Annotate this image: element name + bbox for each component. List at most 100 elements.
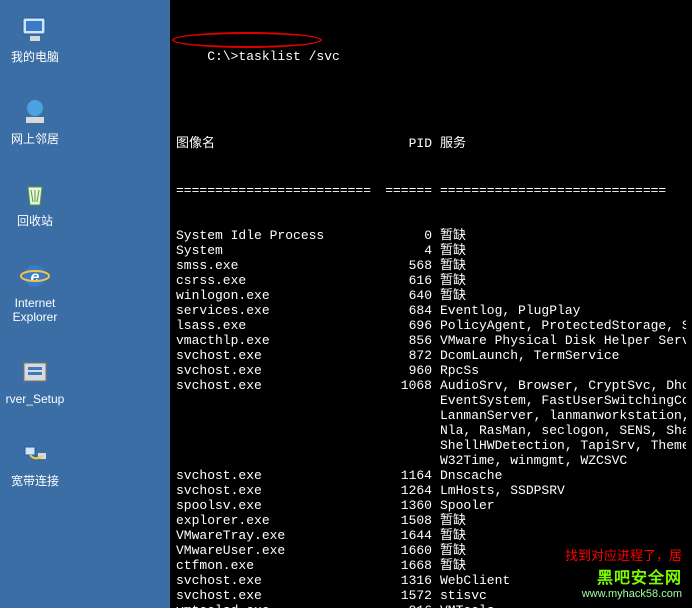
table-header: 图像名 PID 服务 (176, 136, 686, 151)
table-row: svchost.exe872DcomLaunch, TermService (176, 348, 686, 363)
desktop-icon-internet-explorer[interactable]: eInternet Explorer (0, 258, 70, 324)
desktop-icon-label: rver_Setup (0, 392, 70, 406)
cell-image (176, 438, 376, 453)
col-image: 图像名 (176, 136, 376, 151)
cell-image: vmacthlp.exe (176, 333, 376, 348)
cell-image: csrss.exe (176, 273, 376, 288)
cell-image: System (176, 243, 376, 258)
table-row: ShellHWDetection, TapiSrv, Theme (176, 438, 686, 453)
cell-image: svchost.exe (176, 378, 376, 393)
table-row: EventSystem, FastUserSwitchingCo (176, 393, 686, 408)
cell-image: spoolsv.exe (176, 498, 376, 513)
table-separator: ========================= ====== =======… (176, 183, 686, 198)
cell-image: vmtoolsd.exe (176, 603, 376, 608)
desktop-icon-label: 宽带连接 (0, 474, 70, 488)
cell-image: svchost.exe (176, 363, 376, 378)
table-row: svchost.exe960RpcSs (176, 363, 686, 378)
col-pid: PID (376, 136, 432, 151)
recycle-bin-icon (17, 176, 53, 212)
network-places-icon (17, 94, 53, 130)
annotation-circle (172, 32, 322, 48)
cell-service: 暂缺 (432, 543, 686, 558)
cell-image (176, 423, 376, 438)
cell-pid: 0 (376, 228, 432, 243)
cell-service: WebClient (432, 573, 686, 588)
cell-pid (376, 423, 432, 438)
cell-image: services.exe (176, 303, 376, 318)
table-body: System Idle Process0暂缺System4暂缺smss.exe5… (176, 228, 686, 608)
cell-image: VMwareTray.exe (176, 528, 376, 543)
table-row: winlogon.exe640暂缺 (176, 288, 686, 303)
table-row: svchost.exe1264LmHosts, SSDPSRV (176, 483, 686, 498)
table-row: svchost.exe1164Dnscache (176, 468, 686, 483)
table-row: Nla, RasMan, seclogon, SENS, Sha (176, 423, 686, 438)
desktop-icon-label: 网上邻居 (0, 132, 70, 146)
command-prompt-window[interactable]: C:\>tasklist /svc 图像名 PID 服务 ===========… (170, 0, 692, 608)
desktop-icon-recycle-bin[interactable]: 回收站 (0, 176, 70, 228)
cell-image: svchost.exe (176, 573, 376, 588)
desktop-icon-label: 我的电脑 (0, 50, 70, 64)
cell-pid: 1668 (376, 558, 432, 573)
table-row: VMwareUser.exe1660暂缺 (176, 543, 686, 558)
table-row: lsass.exe696PolicyAgent, ProtectedStorag… (176, 318, 686, 333)
cell-image: svchost.exe (176, 348, 376, 363)
cell-pid: 960 (376, 363, 432, 378)
cell-service: Eventlog, PlugPlay (432, 303, 686, 318)
cell-service: 暂缺 (432, 513, 686, 528)
cell-image: VMwareUser.exe (176, 543, 376, 558)
cell-service: AudioSrv, Browser, CryptSvc, Dhc (432, 378, 686, 393)
table-row: spoolsv.exe1360Spooler (176, 498, 686, 513)
cell-pid: 1644 (376, 528, 432, 543)
cell-service: EventSystem, FastUserSwitchingCo (432, 393, 686, 408)
cell-service: VMTools (432, 603, 686, 608)
cell-pid: 1316 (376, 573, 432, 588)
cell-service: 暂缺 (432, 258, 686, 273)
cell-pid: 4 (376, 243, 432, 258)
cell-pid (376, 438, 432, 453)
cell-pid (376, 408, 432, 423)
table-row: services.exe684Eventlog, PlugPlay (176, 303, 686, 318)
table-row: svchost.exe1316WebClient (176, 573, 686, 588)
cell-pid: 1264 (376, 483, 432, 498)
cell-pid: 696 (376, 318, 432, 333)
command-text: C:\>tasklist /svc (207, 49, 340, 64)
command-line: C:\>tasklist /svc (176, 34, 686, 94)
desktop-icon-broadband[interactable]: 宽带连接 (0, 436, 70, 488)
cell-service: VMware Physical Disk Helper Serv (432, 333, 686, 348)
cell-service: 暂缺 (432, 528, 686, 543)
cell-service: LmHosts, SSDPSRV (432, 483, 686, 498)
cell-service: W32Time, winmgmt, WZCSVC (432, 453, 686, 468)
cell-service: 暂缺 (432, 273, 686, 288)
cell-image: explorer.exe (176, 513, 376, 528)
cell-pid: 640 (376, 288, 432, 303)
cell-image: svchost.exe (176, 468, 376, 483)
table-row: System4暂缺 (176, 243, 686, 258)
table-row: VMwareTray.exe1644暂缺 (176, 528, 686, 543)
internet-explorer-icon: e (17, 258, 53, 294)
cell-service: 暂缺 (432, 558, 686, 573)
table-row: vmtoolsd.exe916VMTools (176, 603, 686, 608)
cell-service: ShellHWDetection, TapiSrv, Theme (432, 438, 686, 453)
cell-pid: 684 (376, 303, 432, 318)
desktop-icon-label: Internet Explorer (0, 296, 70, 324)
cell-image (176, 393, 376, 408)
cell-pid: 1360 (376, 498, 432, 513)
cell-image: System Idle Process (176, 228, 376, 243)
cell-image (176, 408, 376, 423)
table-row: csrss.exe616暂缺 (176, 273, 686, 288)
cell-pid: 616 (376, 273, 432, 288)
desktop-icon-rver-setup[interactable]: rver_Setup (0, 354, 70, 406)
table-row: svchost.exe1572stisvc (176, 588, 686, 603)
cell-image: svchost.exe (176, 483, 376, 498)
table-row: explorer.exe1508暂缺 (176, 513, 686, 528)
my-computer-icon (17, 12, 53, 48)
desktop-icon-my-computer[interactable]: 我的电脑 (0, 12, 70, 64)
cell-pid: 1068 (376, 378, 432, 393)
cell-pid: 1660 (376, 543, 432, 558)
rver-setup-icon (17, 354, 53, 390)
cell-service: LanmanServer, lanmanworkstation, (432, 408, 686, 423)
cell-pid: 872 (376, 348, 432, 363)
desktop-icon-network-places[interactable]: 网上邻居 (0, 94, 70, 146)
cell-service: Dnscache (432, 468, 686, 483)
table-row: vmacthlp.exe856VMware Physical Disk Help… (176, 333, 686, 348)
